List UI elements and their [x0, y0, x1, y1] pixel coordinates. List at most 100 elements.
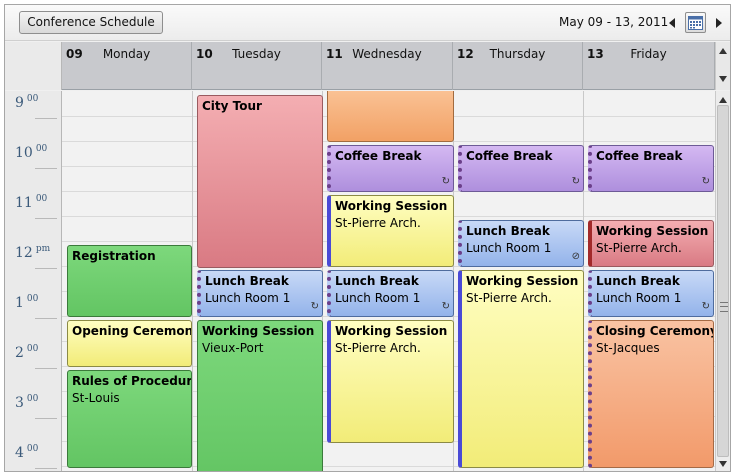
half-hour-tick [35, 468, 57, 469]
event-title: Coffee Break [335, 149, 422, 163]
event-working-session[interactable]: Working Session St-Pierre Arch. [327, 195, 454, 267]
event-title: Working Session [202, 324, 315, 338]
event-title: Lunch Break [596, 274, 680, 288]
event-title: Lunch Break [205, 274, 289, 288]
recurrence-icon: ↻ [441, 176, 450, 187]
half-hour-tick [35, 268, 57, 269]
half-hour-tick [35, 218, 57, 219]
recurrence-icon: ↻ [310, 301, 319, 312]
day-header-friday[interactable]: 13 Friday [583, 42, 715, 90]
half-hour-tick [35, 418, 57, 419]
scheduler: Conference Schedule May 09 - 13, 2011 09… [4, 4, 731, 472]
grip-icon [720, 302, 728, 312]
conference-schedule-button[interactable]: Conference Schedule [19, 11, 163, 34]
triangle-left-icon[interactable] [669, 18, 675, 28]
event-title: Coffee Break [466, 149, 553, 163]
event-location: St-Pierre Arch. [466, 291, 552, 305]
day-name: Thursday [489, 47, 546, 61]
event-title: Registration [72, 249, 156, 263]
hour-label: 4 00 [15, 444, 39, 461]
event-location: St-Louis [72, 391, 120, 405]
half-hour-tick [35, 318, 57, 319]
event-rules-of-procedure[interactable]: Rules of Procedure St-Louis [67, 370, 192, 468]
scroll-down-icon[interactable] [719, 461, 727, 467]
event-coffee-break[interactable]: Coffee Break ↻ [458, 145, 584, 192]
day-name: Wednesday [352, 47, 422, 61]
hour-label: 11 00 [15, 194, 48, 211]
calendar-button[interactable] [685, 12, 706, 33]
event-title: Closing Ceremony [596, 324, 714, 338]
event-location: Lunch Room 1 [335, 291, 421, 305]
event-title: Coffee Break [596, 149, 683, 163]
day-header-wednesday[interactable]: 11 Wednesday [322, 42, 453, 90]
event-city-tour[interactable]: City Tour [197, 95, 323, 268]
event-lunch-break[interactable]: Lunch Break Lunch Room 1 ↻ [197, 270, 323, 317]
hour-label: 2 00 [15, 344, 39, 361]
scrollbar-thumb[interactable] [717, 105, 729, 457]
event-lunch-break[interactable]: Lunch Break Lunch Room 1 ↻ [588, 270, 714, 317]
day-name: Monday [102, 47, 151, 61]
day-header-row: 09 Monday 10 Tuesday 11 Wednesday 12 Thu… [5, 42, 730, 90]
event-title: Lunch Break [335, 274, 419, 288]
event-location: St-Pierre Arch. [335, 216, 421, 230]
event-opening-ceremony[interactable]: Opening Ceremony [67, 320, 192, 367]
event-location: Lunch Room 1 [596, 291, 682, 305]
day-name: Tuesday [232, 47, 281, 61]
vertical-scrollbar[interactable] [715, 91, 730, 471]
event-untitled-orange[interactable] [327, 91, 454, 142]
event-working-session[interactable]: Working Session St-Pierre Arch. [588, 220, 714, 267]
hour-label: 12 pm [15, 244, 51, 261]
recurrence-icon: ↻ [701, 176, 710, 187]
event-location: Vieux-Port [202, 341, 264, 355]
half-hour-tick [35, 368, 57, 369]
event-lunch-break[interactable]: Lunch Break Lunch Room 1 ↻ [327, 270, 454, 317]
scroll-up-icon[interactable] [719, 97, 727, 103]
event-coffee-break[interactable]: Coffee Break ↻ [327, 145, 454, 192]
event-registration[interactable]: Registration [67, 245, 192, 317]
event-location: Lunch Room 1 [205, 291, 291, 305]
recurrence-icon: ↻ [441, 301, 450, 312]
recurrence-icon: ↻ [701, 301, 710, 312]
event-title: Working Session [335, 324, 448, 338]
scroll-up-icon[interactable] [719, 48, 727, 54]
event-working-session[interactable]: Working Session St-Pierre Arch. [327, 320, 454, 443]
event-title: Working Session [335, 199, 448, 213]
day-name: Friday [630, 47, 667, 61]
event-title: Opening Ceremony [72, 324, 192, 338]
half-hour-tick [35, 168, 57, 169]
event-location: St-Jacques [596, 341, 660, 355]
triangle-right-icon[interactable] [716, 18, 722, 28]
event-location: Lunch Room 1 [466, 241, 552, 255]
half-hour-tick [35, 118, 57, 119]
event-title: City Tour [202, 99, 262, 113]
header-scrollbar[interactable] [715, 42, 730, 90]
event-working-session[interactable]: Working Session Vieux-Port [197, 320, 323, 471]
event-title: Working Session [466, 274, 579, 288]
event-title: Working Session [596, 224, 709, 238]
event-location: St-Pierre Arch. [335, 341, 421, 355]
hour-label: 9 00 [15, 94, 39, 111]
hour-label: 3 00 [15, 394, 39, 411]
scroll-down-icon[interactable] [719, 76, 727, 82]
recurrence-icon: ⊘ [571, 251, 580, 262]
toolbar: Conference Schedule May 09 - 13, 2011 [5, 5, 730, 41]
calendar-grid[interactable]: Registration Opening Ceremony Rules of P… [62, 91, 715, 471]
event-closing-ceremony[interactable]: Closing Ceremony St-Jacques [588, 320, 714, 468]
event-coffee-break[interactable]: Coffee Break ↻ [588, 145, 714, 192]
hour-label: 1 00 [15, 294, 39, 311]
recurrence-icon: ↻ [571, 176, 580, 187]
time-gutter: 9 00 10 00 11 00 12 pm 1 00 2 00 3 00 4 00 [5, 91, 62, 471]
header-corner [5, 42, 62, 90]
event-title: Rules of Procedure [72, 374, 192, 388]
day-header-tuesday[interactable]: 10 Tuesday [192, 42, 322, 90]
day-header-thursday[interactable]: 12 Thursday [453, 42, 583, 90]
event-working-session[interactable]: Working Session St-Pierre Arch. [458, 270, 584, 468]
event-location: St-Pierre Arch. [596, 241, 682, 255]
date-range-label: May 09 - 13, 2011 [559, 15, 669, 29]
day-header-monday[interactable]: 09 Monday [62, 42, 192, 90]
calendar-icon [688, 16, 703, 30]
day-column-divider [192, 91, 193, 471]
hour-label: 10 00 [15, 144, 48, 161]
event-title: Lunch Break [466, 224, 550, 238]
event-lunch-break[interactable]: Lunch Break Lunch Room 1 ⊘ [458, 220, 584, 267]
